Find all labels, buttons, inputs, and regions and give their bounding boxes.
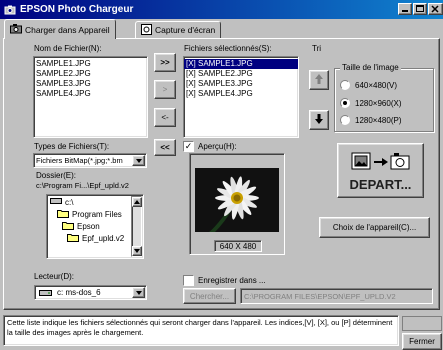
check-icon[interactable]: ✓ (183, 141, 194, 152)
move-up-button[interactable] (309, 70, 329, 90)
tab-label: Charger dans Appareil (25, 24, 110, 35)
preview-checkbox-label: Aperçu(H): (198, 142, 237, 151)
list-item[interactable]: SAMPLE4.JPG (34, 89, 147, 99)
list-item[interactable]: [X] SAMPLE2.JPG (184, 69, 298, 79)
save-path-field[interactable]: C:\PROGRAM FILES\EPSON\EPF_UPLD.V2 (240, 288, 433, 304)
image-size-option[interactable]: 1280×480(P) (340, 115, 401, 125)
file-types-value: Fichiers BitMap(*.jpg;*.bm (36, 156, 123, 165)
preview-checkbox[interactable]: ✓ Aperçu(H): (183, 141, 237, 152)
device-select-button[interactable]: Choix de l'appareil(C)... (319, 217, 430, 238)
list-item[interactable]: SAMPLE2.JPG (34, 69, 147, 79)
chevron-down-icon[interactable] (132, 155, 145, 166)
scroll-up-button[interactable] (132, 197, 142, 207)
arrow-up-icon (314, 73, 324, 87)
drive-icon (39, 289, 52, 299)
status-side-panel (402, 316, 442, 331)
save-checkbox[interactable]: Enregistrer dans ... (183, 275, 266, 286)
drive-label: Lecteur(D): (34, 272, 75, 281)
remove-all-button[interactable]: << (154, 139, 176, 156)
folder-tree-item[interactable]: Epson (47, 220, 143, 232)
start-button-label: DEPART... (349, 177, 412, 192)
folder-tree-label: c:\ (65, 197, 74, 207)
status-text: Cette liste indique les fichiers sélecti… (7, 318, 393, 337)
screen-capture-icon (141, 23, 152, 37)
file-types-label: Types de Fichiers(T): (34, 142, 110, 151)
file-list[interactable]: SAMPLE1.JPG SAMPLE2.JPG SAMPLE3.JPG SAMPLE4… (33, 56, 148, 138)
save-checkbox-label: Enregistrer dans ... (198, 276, 266, 285)
start-button[interactable]: DEPART... (337, 143, 424, 198)
folder-tree-label: Epf_upld.v2 (82, 233, 125, 243)
folder-icon (57, 209, 69, 220)
close-button[interactable]: Fermer (402, 333, 442, 350)
folder-icon (62, 221, 74, 232)
image-size-label: Taille de l'image (340, 63, 401, 72)
chevron-down-icon[interactable] (132, 287, 145, 298)
preview-image (195, 168, 279, 232)
image-size-option-label: 640×480(V) (355, 80, 398, 90)
folder-icon (67, 233, 79, 244)
list-item[interactable]: SAMPLE3.JPG (34, 79, 147, 89)
image-size-option-label: 1280×480(P) (355, 115, 402, 125)
close-window-button[interactable] (428, 3, 443, 15)
browse-button-label: Chercher... (189, 291, 230, 301)
list-item[interactable]: [X] SAMPLE4.JPG (184, 89, 298, 99)
selected-list-label: Fichiers sélectionnés(S): (184, 44, 272, 53)
folder-tree-scrollbar[interactable] (131, 196, 142, 257)
file-list-label: Nom de Fichier(N): (34, 44, 102, 53)
browse-button[interactable]: Chercher... (183, 288, 236, 304)
folder-path: c:\Program Fi...\Epf_upld.v2 (36, 181, 129, 190)
folder-tree-label: Program Files (72, 209, 122, 219)
device-button-label: Choix de l'appareil(C)... (332, 223, 417, 232)
list-item[interactable]: [X] SAMPLE1.JPG (184, 59, 298, 69)
minimize-button[interactable] (398, 3, 412, 15)
title-bar[interactable]: EPSON Photo Chargeur (0, 0, 443, 19)
drive-value: c: ms-dos_6 (57, 288, 101, 297)
arrow-down-icon (314, 113, 324, 127)
folder-tree-item[interactable]: c:\ (47, 196, 143, 208)
status-text-box: Cette liste indique les fichiers sélecti… (3, 315, 399, 346)
move-down-button[interactable] (309, 110, 329, 130)
tab-charger-dans-appareil[interactable]: Charger dans Appareil (4, 19, 116, 39)
save-path-value: C:\PROGRAM FILES\EPSON\EPF_UPLD.V2 (244, 292, 396, 301)
drive-icon (50, 197, 62, 207)
preview-dimensions: 640 X 480 (214, 240, 262, 252)
folder-tree-item[interactable]: Epf_upld.v2 (47, 232, 143, 244)
folder-tree-item[interactable]: Program Files (47, 208, 143, 220)
window-title: EPSON Photo Chargeur (20, 4, 134, 15)
close-button-label: Fermer (409, 337, 435, 346)
selected-files-list[interactable]: [X] SAMPLE1.JPG [X] SAMPLE2.JPG [X] SAMPLE… (183, 56, 299, 138)
add-button[interactable]: > (154, 80, 176, 99)
preview-frame: 640 X 480 (189, 153, 285, 255)
tab-label: Capture d'écran (155, 25, 216, 35)
radio-icon[interactable] (340, 80, 350, 90)
radio-icon[interactable] (340, 98, 350, 108)
radio-icon[interactable] (340, 115, 350, 125)
drive-combo[interactable]: c: ms-dos_6 (34, 285, 147, 300)
tab-capture-ecran[interactable]: Capture d'écran (135, 21, 222, 38)
list-item[interactable]: [X] SAMPLE3.JPG (184, 79, 298, 89)
scroll-down-button[interactable] (132, 246, 142, 256)
sort-label: Tri (312, 44, 322, 53)
add-all-button[interactable]: >> (154, 53, 176, 72)
folder-label: Dossier(E): (36, 171, 77, 180)
file-types-combo[interactable]: Fichiers BitMap(*.jpg;*.bm (33, 153, 147, 168)
camera-app-icon (3, 3, 17, 17)
image-size-option[interactable]: 1280×960(X) (340, 98, 401, 108)
folder-tree-label: Epson (77, 221, 100, 231)
folder-tree[interactable]: c:\ Program Files Epson Epf_upld.v2 (46, 194, 144, 259)
image-size-option-label: 1280×960(X) (355, 98, 402, 108)
maximize-button[interactable] (413, 3, 427, 15)
list-item[interactable]: SAMPLE1.JPG (34, 59, 147, 69)
remove-button[interactable]: <- (154, 108, 176, 127)
camera-transfer-icon (350, 150, 412, 176)
camera-tab-icon (10, 23, 22, 36)
image-size-option[interactable]: 640×480(V) (340, 80, 397, 90)
unchecked-box-icon[interactable] (183, 275, 194, 286)
